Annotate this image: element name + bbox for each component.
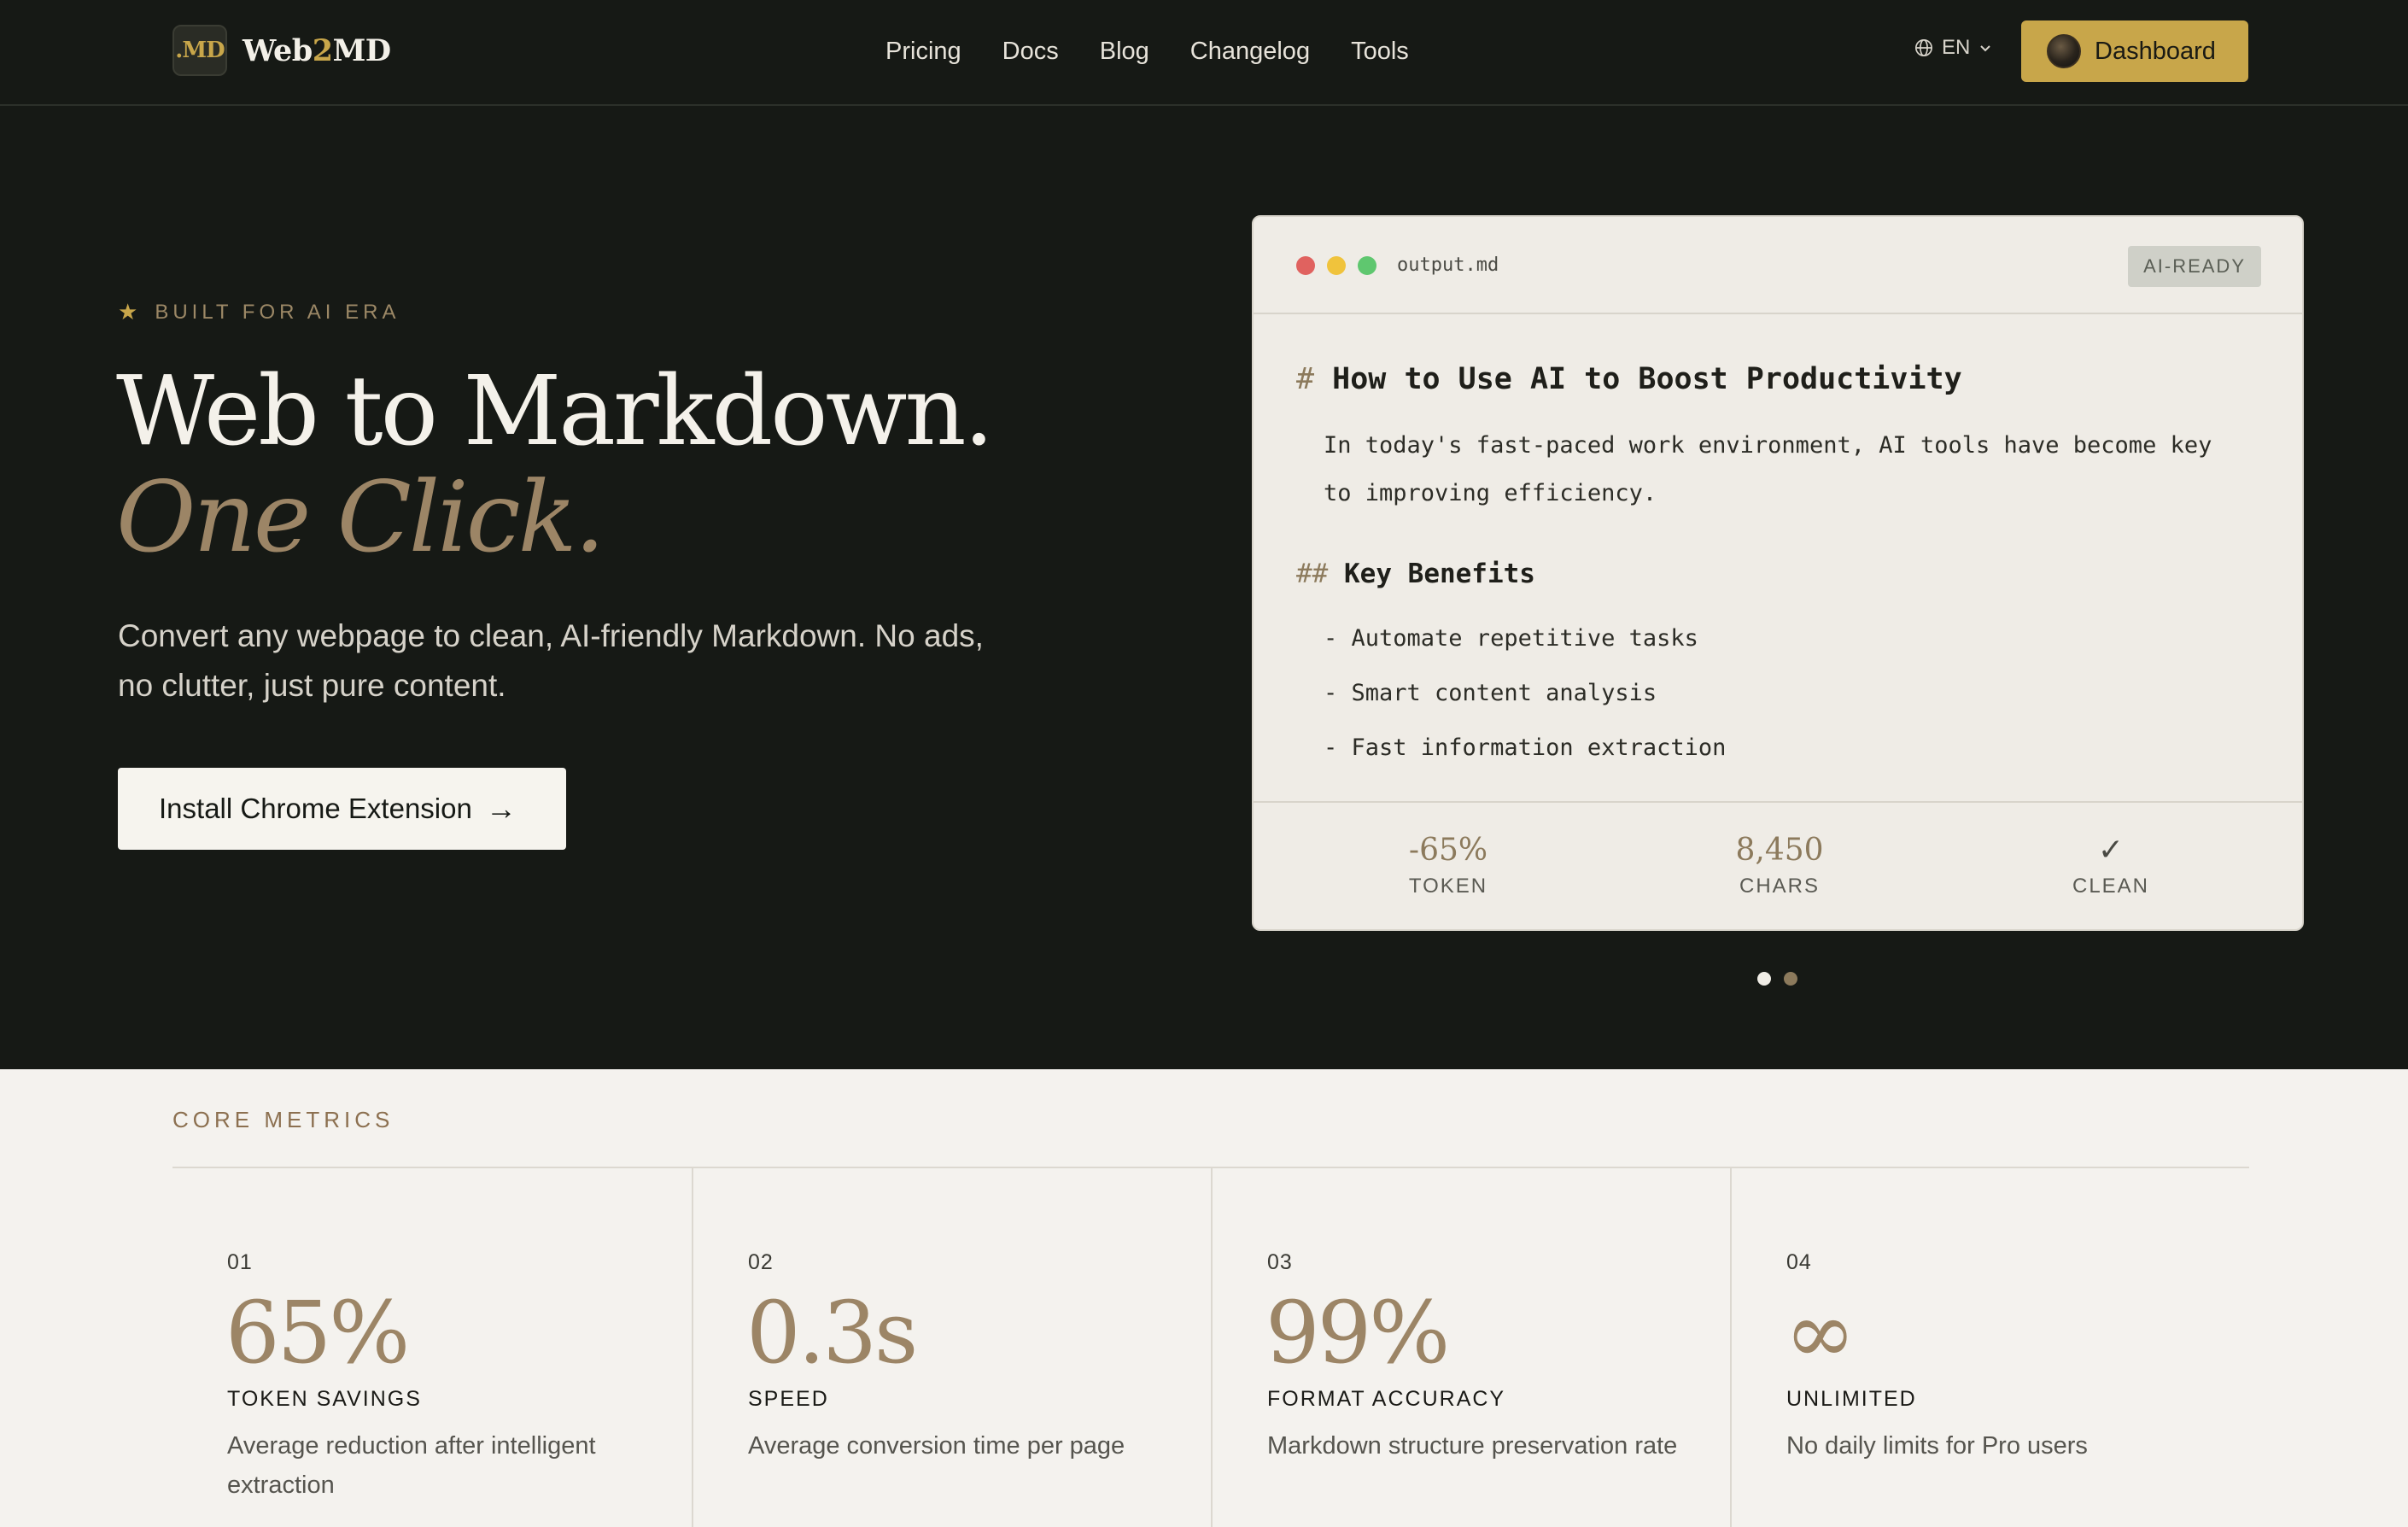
metric-card: 03 99% FORMAT ACCURACY Markdown structur… xyxy=(1211,1168,1730,1527)
eyebrow-text: BUILT FOR AI ERA xyxy=(155,300,400,324)
nav-pricing[interactable]: Pricing xyxy=(885,34,961,68)
metric-card: 04 ∞ UNLIMITED No daily limits for Pro u… xyxy=(1730,1168,2249,1527)
metric-value: ∞ xyxy=(1785,1283,1856,1383)
core-metrics-section: CORE METRICS 01 65% TOKEN SAVINGS Averag… xyxy=(0,1069,2408,1527)
logo[interactable]: .MD Web2MD xyxy=(172,25,391,76)
metric-description: Average conversion time per page xyxy=(748,1432,1125,1460)
nav-blog[interactable]: Blog xyxy=(1100,34,1149,68)
metric-title: TOKEN SAVINGS xyxy=(227,1387,422,1411)
metric-value: 99% xyxy=(1265,1283,1450,1383)
stat-value: -65% xyxy=(1408,833,1488,868)
stat-label: TOKEN xyxy=(1408,875,1488,898)
metric-number: 02 xyxy=(748,1250,774,1274)
metric-description: Markdown structure preservation rate xyxy=(1267,1432,1678,1460)
chevron-down-icon xyxy=(1980,45,1991,52)
metric-card: 01 65% TOKEN SAVINGS Average reduction a… xyxy=(172,1168,692,1527)
preview-filename: output.md xyxy=(1397,254,1499,276)
preview-list-item: - Smart content analysis xyxy=(1324,680,1657,706)
stat-chars: 8,450 CHARS xyxy=(1651,832,1908,898)
metric-card: 02 0.3s SPEED Average conversion time pe… xyxy=(692,1168,1211,1527)
metric-title: SPEED xyxy=(748,1387,829,1411)
metric-number: 01 xyxy=(227,1250,253,1274)
language-label: EN xyxy=(1942,36,1971,59)
metric-title: FORMAT ACCURACY xyxy=(1267,1387,1506,1411)
hero-subtitle: One Click. xyxy=(116,460,605,574)
avatar xyxy=(2047,34,2081,68)
ai-ready-badge: AI-READY xyxy=(2128,246,2261,287)
nav-tools[interactable]: Tools xyxy=(1351,34,1409,68)
stat-clean: ✓ CLEAN xyxy=(1983,832,2239,898)
window-minimize-dot xyxy=(1327,256,1346,275)
dashboard-button[interactable]: Dashboard xyxy=(2021,20,2248,82)
logo-text: Web2MD xyxy=(243,32,391,68)
hero-title: Web to Markdown. xyxy=(116,356,994,467)
carousel-dot-2[interactable] xyxy=(1784,972,1797,986)
preview-paragraph-line-1: In today's fast-paced work environment, … xyxy=(1324,432,2212,459)
metric-value: 0.3s xyxy=(746,1283,918,1383)
window-close-dot xyxy=(1296,256,1315,275)
top-navbar: .MD Web2MD Pricing Docs Blog Changelog T… xyxy=(0,0,2408,106)
install-extension-button[interactable]: Install Chrome Extension → xyxy=(118,768,566,850)
metric-number: 03 xyxy=(1267,1250,1293,1274)
carousel-dot-1[interactable] xyxy=(1757,972,1771,986)
window-maximize-dot xyxy=(1358,256,1376,275)
hero-description: Convert any webpage to clean, AI-friendl… xyxy=(118,618,984,703)
nav-docs[interactable]: Docs xyxy=(1002,34,1059,68)
globe-icon xyxy=(1915,39,1932,56)
metric-description: No daily limits for Pro users xyxy=(1786,1432,2088,1460)
logo-mark: .MD xyxy=(172,25,227,76)
stat-label: CHARS xyxy=(1739,875,1820,898)
dashboard-label: Dashboard xyxy=(2095,37,2216,65)
arrow-right-icon: → xyxy=(485,791,517,826)
main-nav: Pricing Docs Blog Changelog Tools xyxy=(885,34,1450,68)
markdown-preview-card: output.md AI-READY # How to Use AI to Bo… xyxy=(1252,215,2304,931)
preview-list-item: - Automate repetitive tasks xyxy=(1324,625,1698,652)
metric-value: 65% xyxy=(225,1283,410,1383)
metric-number: 04 xyxy=(1786,1250,1812,1274)
preview-heading-1: # How to Use AI to Boost Productivity xyxy=(1296,362,1962,396)
nav-changelog[interactable]: Changelog xyxy=(1190,34,1310,68)
check-icon: ✓ xyxy=(2097,833,2125,868)
cta-label: Install Chrome Extension xyxy=(159,793,472,824)
preview-stats: -65% TOKEN 8,450 CHARS ✓ CLEAN xyxy=(1254,801,2302,929)
section-label: CORE METRICS xyxy=(172,1107,395,1132)
metric-description: Average reduction after intelligent extr… xyxy=(227,1432,596,1499)
star-icon: ★ xyxy=(118,299,138,325)
stat-label: CLEAN xyxy=(2072,875,2150,898)
metric-title: UNLIMITED xyxy=(1786,1387,1917,1411)
language-selector[interactable]: EN xyxy=(1914,36,2001,60)
stat-token: -65% TOKEN xyxy=(1320,832,1576,898)
preview-titlebar: output.md AI-READY xyxy=(1254,217,2302,314)
preview-list-item: - Fast information extraction xyxy=(1324,734,1727,761)
stat-value: 8,450 xyxy=(1735,833,1824,868)
preview-heading-2: ## Key Benefits xyxy=(1296,559,1535,589)
hero-eyebrow: ★ BUILT FOR AI ERA xyxy=(118,299,400,325)
preview-paragraph-line-2: to improving efficiency. xyxy=(1324,480,1657,506)
